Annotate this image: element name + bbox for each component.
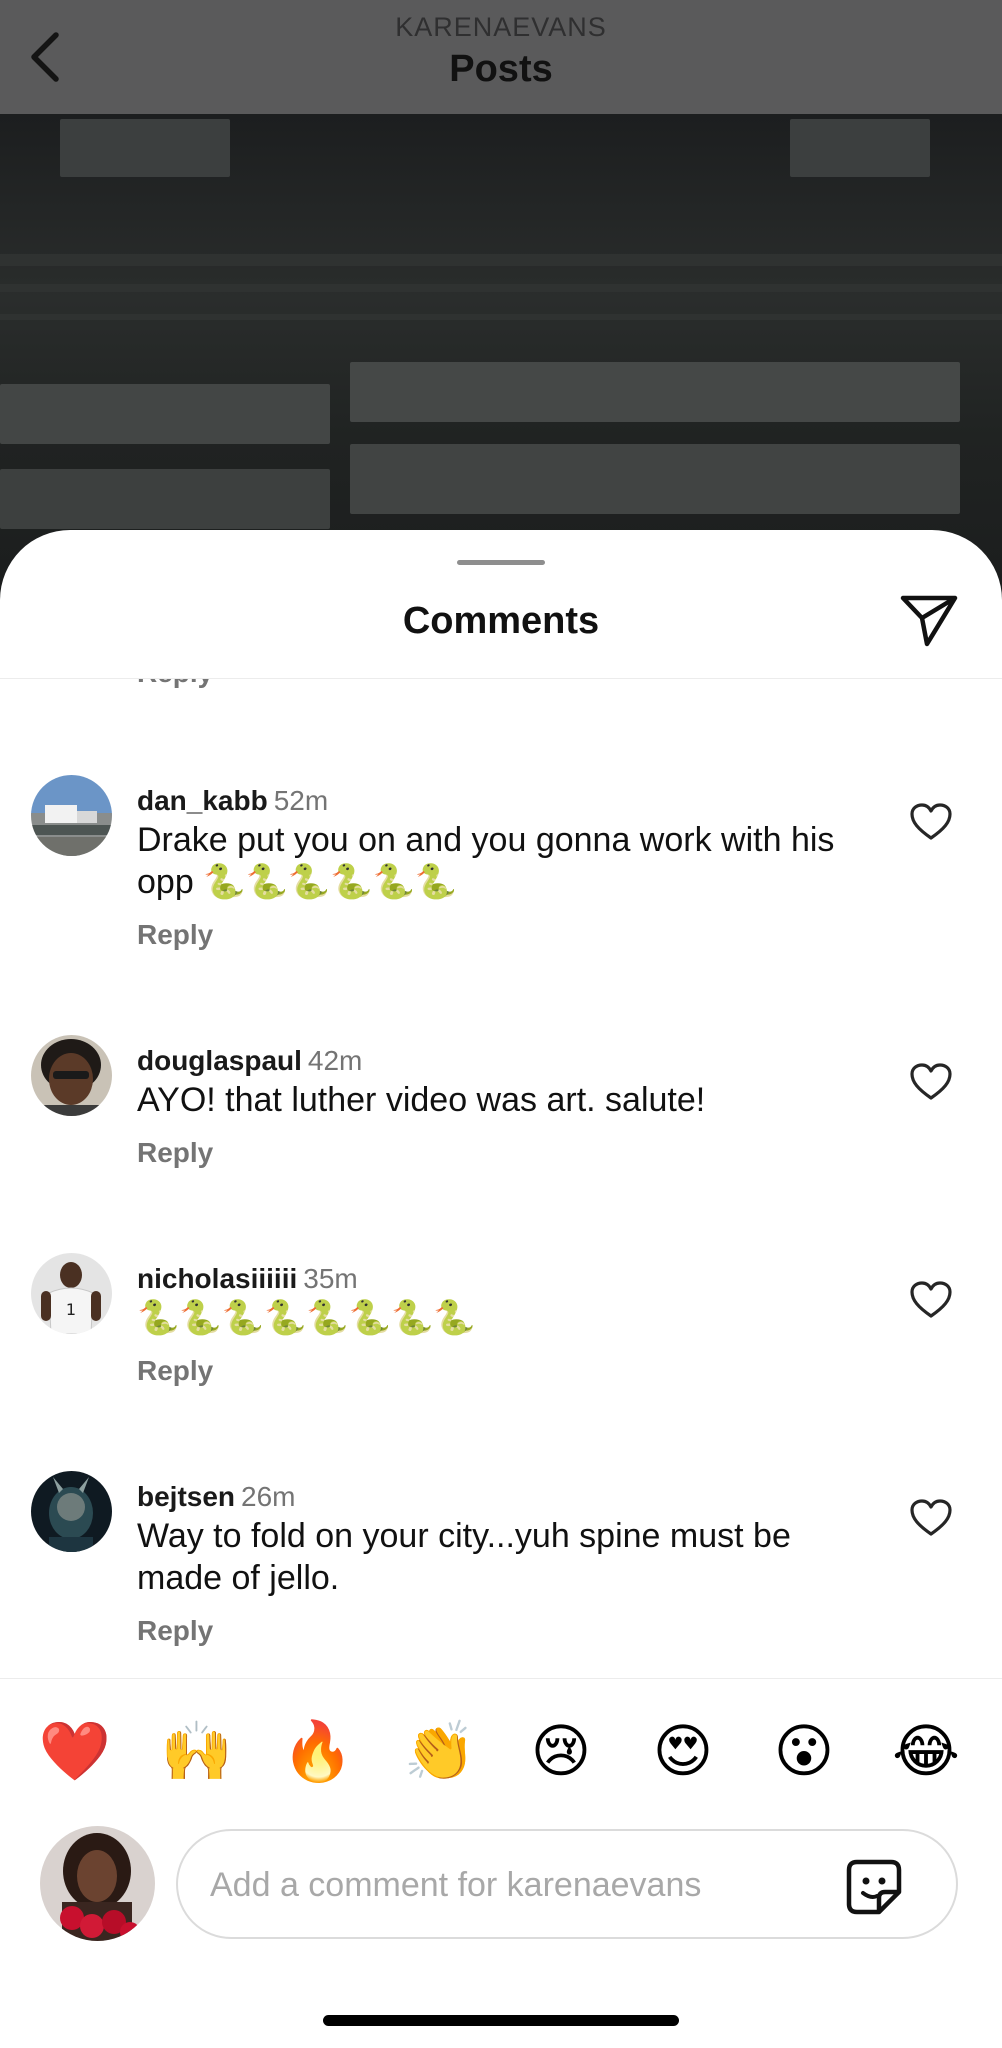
like-button[interactable] (906, 1277, 956, 1323)
comment-meta: dan_kabb 52m (137, 785, 328, 817)
sticker-icon (846, 1859, 902, 1915)
quick-reactions-bar: ❤️ 🙌 🔥 👏 😢 😍 😮 😂 (0, 1712, 1002, 1792)
home-indicator (323, 2015, 679, 2026)
comment-text: AYO! that luther video was art. salute! (137, 1081, 706, 1119)
comment-meta: douglaspaul 42m (137, 1045, 362, 1077)
svg-text:1: 1 (66, 1300, 76, 1319)
reply-button[interactable]: Reply (137, 1137, 213, 1169)
comment-text: Way to fold on your city...yuh spine mus… (137, 1517, 791, 1597)
avatar[interactable]: 1 (31, 1253, 112, 1334)
comments-list[interactable]: Reply dan_kabb52m Drake put you on and y… (0, 679, 1002, 1709)
comments-sheet: Comments Reply dan_kabb52m Dr (0, 530, 1002, 2048)
reaction-clap[interactable]: 👏 (400, 1712, 480, 1792)
comment-text: 🐍🐍🐍🐍🐍🐍🐍🐍 (137, 1299, 476, 1337)
reaction-heart-eyes[interactable]: 😍 (643, 1712, 723, 1792)
comments-title: Comments (402, 600, 600, 642)
reaction-fire[interactable]: 🔥 (278, 1712, 358, 1792)
like-button[interactable] (906, 1495, 956, 1541)
comment-username[interactable]: nicholasiiiiii (137, 1263, 297, 1294)
like-button[interactable] (906, 799, 956, 845)
heart-outline-icon (910, 1063, 952, 1100)
reply-button[interactable]: Reply (137, 1615, 213, 1647)
like-button[interactable] (906, 1059, 956, 1105)
page-title: Posts (449, 48, 553, 90)
top-navigation-bar: KARENAEVANS Posts (0, 0, 1002, 114)
heart-outline-icon (910, 1281, 952, 1318)
reply-button[interactable]: Reply (137, 1355, 213, 1387)
avatar[interactable] (31, 1035, 112, 1116)
sticker-button[interactable] (844, 1857, 904, 1917)
reply-button[interactable]: Reply (137, 679, 213, 689)
comment-time: 52m (273, 785, 329, 816)
comment-username[interactable]: douglaspaul (137, 1045, 302, 1076)
account-username: KARENAEVANS (395, 12, 607, 42)
heart-outline-icon (910, 1499, 952, 1536)
comment-username[interactable]: dan_kabb (137, 785, 268, 816)
comment-time: 26m (241, 1481, 296, 1512)
reply-button[interactable]: Reply (137, 919, 213, 951)
current-user-avatar (40, 1826, 155, 1941)
comment-composer (176, 1829, 958, 1939)
paper-plane-icon (900, 595, 958, 647)
share-button[interactable] (894, 588, 964, 654)
comment-meta: bejtsen 26m (137, 1481, 296, 1513)
reaction-laughing[interactable]: 😂 (886, 1712, 966, 1792)
comment-meta: nicholasiiiiii 35m (137, 1263, 358, 1295)
comment-time: 42m (307, 1045, 363, 1076)
composer-divider (0, 1678, 1002, 1679)
avatar[interactable] (31, 775, 112, 856)
sheet-grabber[interactable] (457, 560, 545, 565)
comment-time: 35m (303, 1263, 358, 1294)
reaction-surprised[interactable]: 😮 (764, 1712, 844, 1792)
heart-outline-icon (910, 803, 952, 840)
reaction-crying[interactable]: 😢 (521, 1712, 601, 1792)
post-image (0, 114, 1002, 574)
avatar[interactable] (31, 1471, 112, 1552)
comment-text: Drake put you on and you gonna work with… (137, 821, 835, 901)
reaction-heart[interactable]: ❤️ (35, 1712, 115, 1792)
reaction-raising-hands[interactable]: 🙌 (157, 1712, 237, 1792)
comment-input[interactable] (208, 1861, 812, 1909)
comment-username[interactable]: bejtsen (137, 1481, 235, 1512)
